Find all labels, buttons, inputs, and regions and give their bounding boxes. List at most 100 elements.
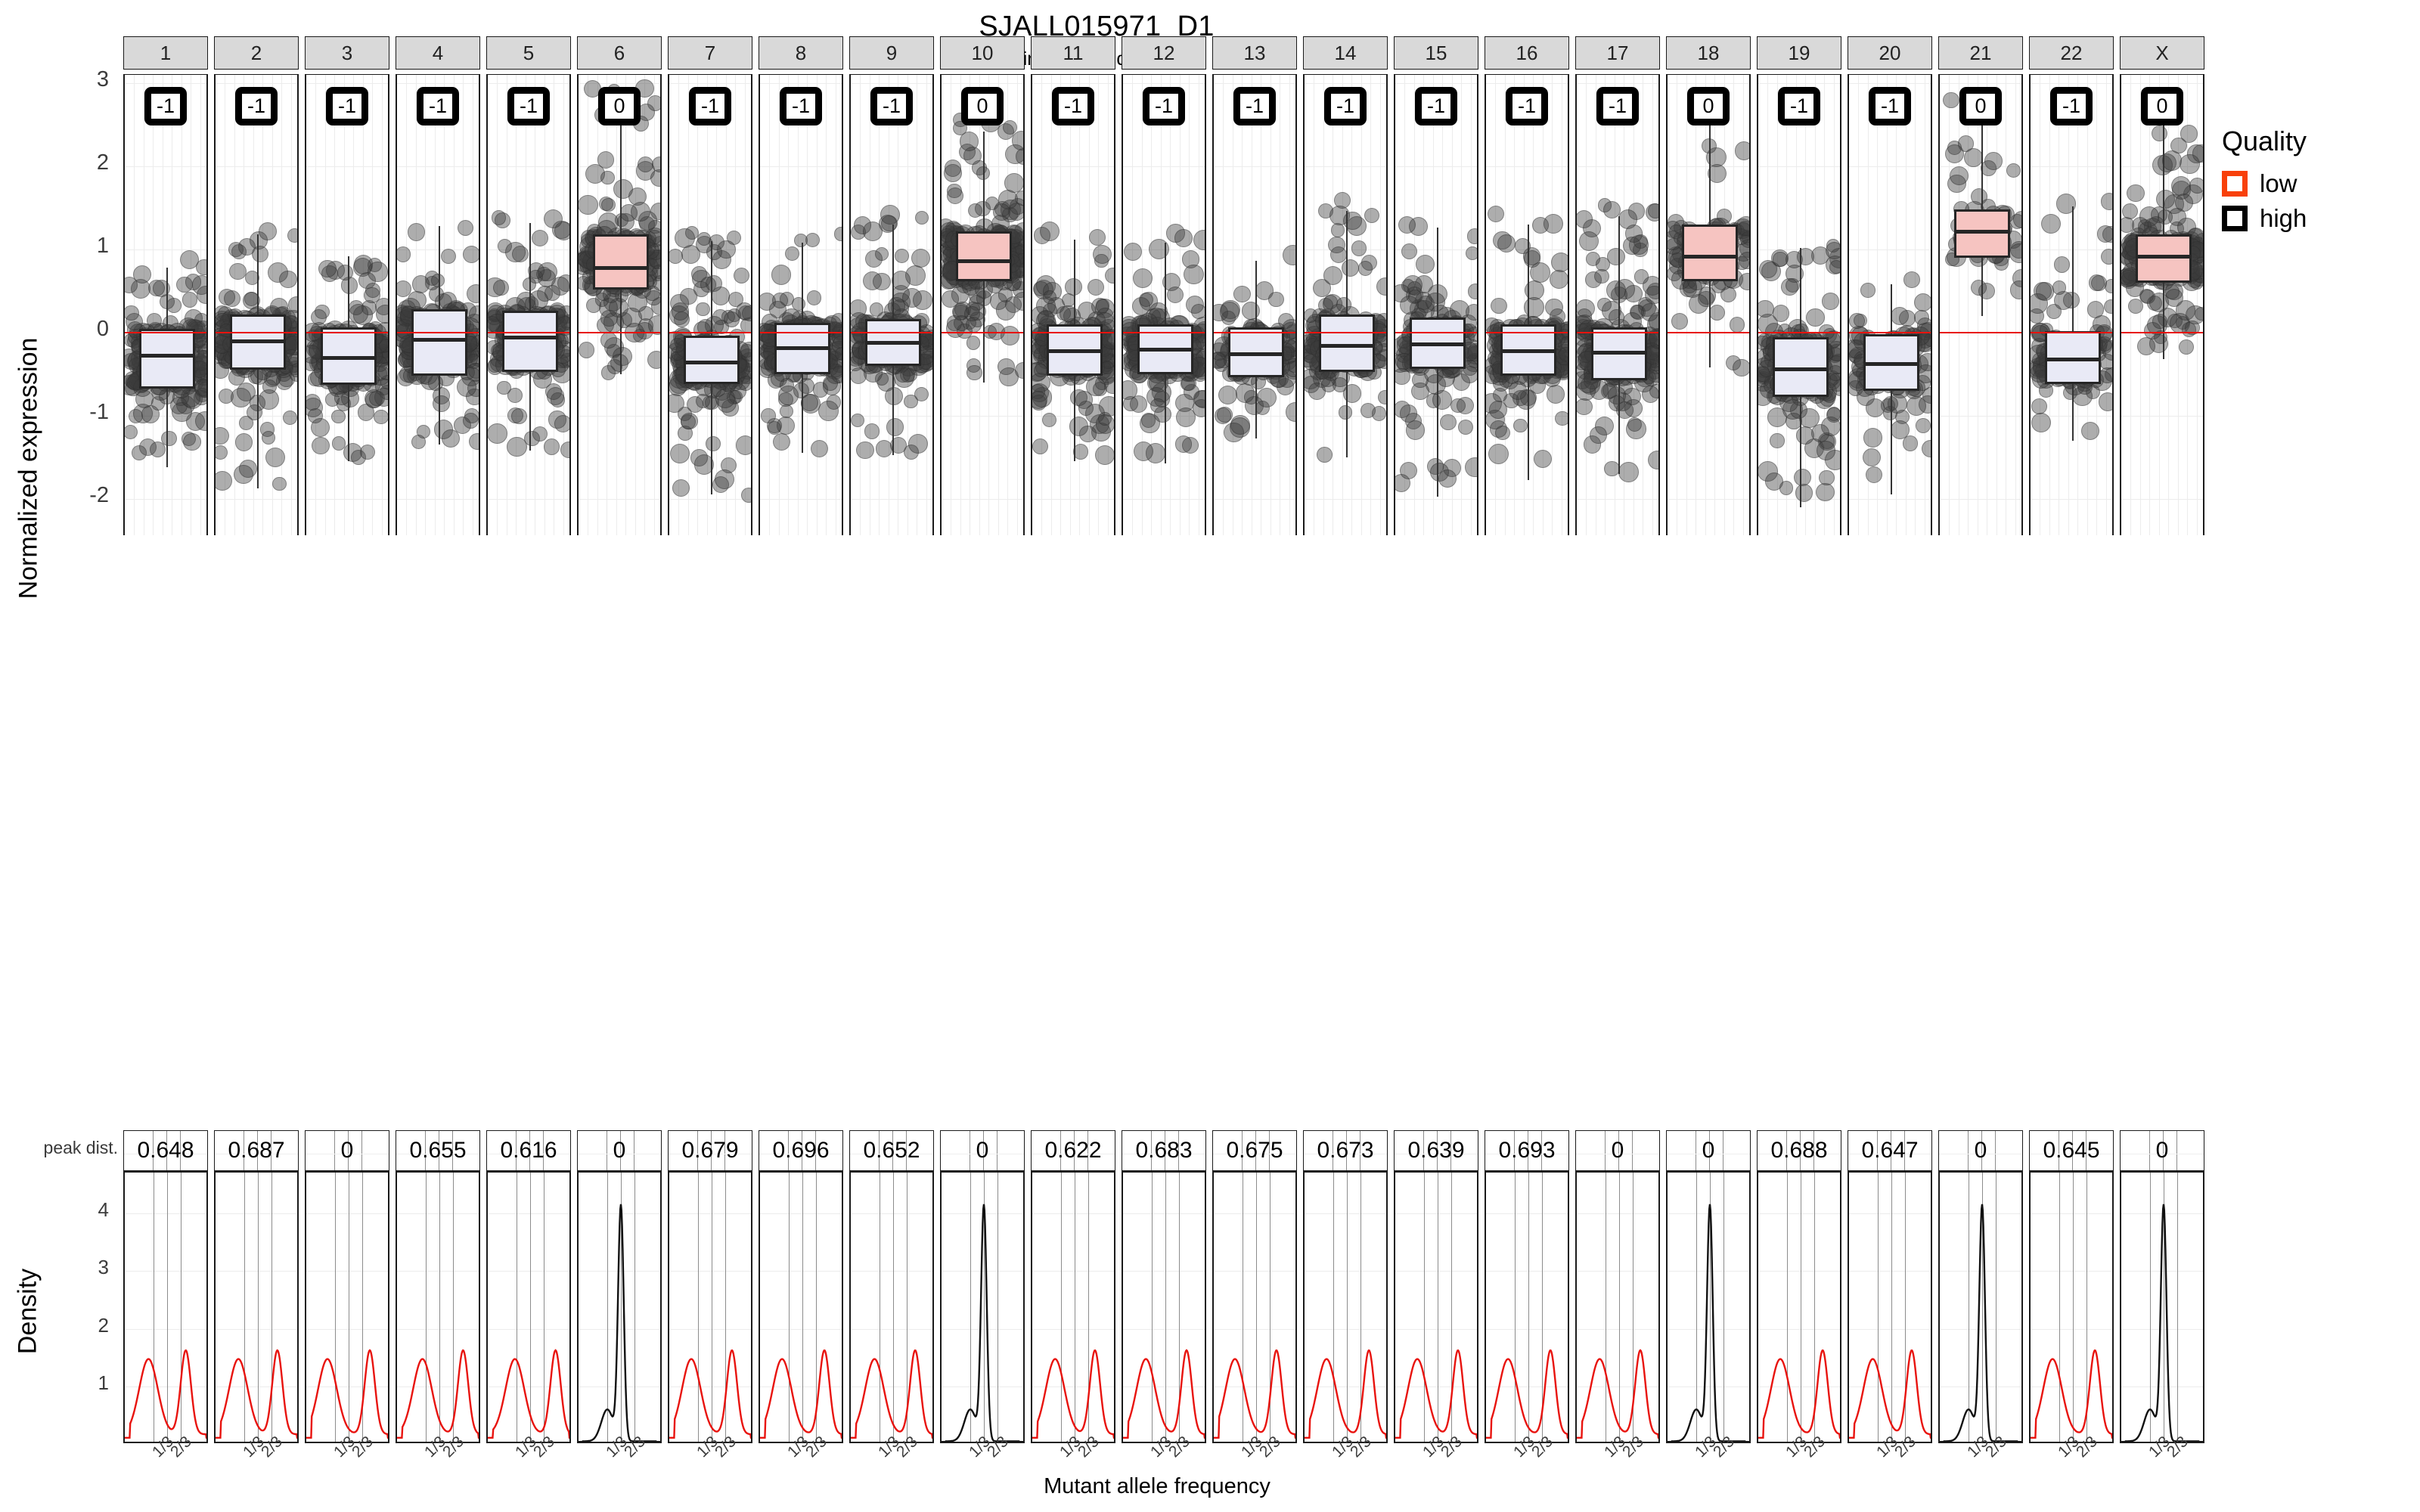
cn-call-badge-19[interactable]: -1 (1777, 87, 1821, 125)
boxplot-box-1[interactable] (139, 329, 195, 389)
density-panel-20[interactable] (1848, 1171, 1932, 1443)
boxplot-panel-19[interactable]: -1 (1757, 74, 1841, 535)
jitter-point (1230, 414, 1250, 435)
boxplot-panel-15[interactable]: -1 (1394, 74, 1478, 535)
cn-call-badge-22[interactable]: -1 (2049, 87, 2093, 125)
legend-item-high[interactable]: high (2222, 204, 2307, 233)
jitter-point (1378, 389, 1386, 405)
boxplot-panel-X[interactable]: 0 (2120, 74, 2204, 535)
boxplot-panel-14[interactable]: -1 (1303, 74, 1388, 535)
density-panel-6[interactable] (577, 1171, 662, 1443)
density-panel-8[interactable] (759, 1171, 843, 1443)
cn-call-badge-17[interactable]: -1 (1596, 87, 1640, 125)
boxplot-panel-4[interactable]: -1 (396, 74, 480, 535)
cn-call-badge-15[interactable]: -1 (1414, 87, 1458, 125)
density-panel-10[interactable] (940, 1171, 1025, 1443)
cn-call-badge-18[interactable]: 0 (1687, 87, 1730, 125)
cn-call-badge-9[interactable]: -1 (870, 87, 914, 125)
density-panel-16[interactable] (1485, 1171, 1569, 1443)
cn-call-badge-20[interactable]: -1 (1868, 87, 1912, 125)
cn-call-badge-4[interactable]: -1 (416, 87, 460, 125)
density-panel-7[interactable] (668, 1171, 752, 1443)
boxplot-box-5[interactable] (502, 311, 558, 373)
density-panel-5[interactable] (486, 1171, 571, 1443)
density-panel-1[interactable] (123, 1171, 208, 1443)
cn-call-badge-X[interactable]: 0 (2141, 87, 2183, 125)
boxplot-panel-8[interactable]: -1 (759, 74, 843, 535)
boxplot-panel-22[interactable]: -1 (2029, 74, 2114, 535)
cn-call-badge-5[interactable]: -1 (507, 87, 551, 125)
panel-strip-label: X (2155, 41, 2169, 64)
cn-call-badge-1[interactable]: -1 (144, 87, 188, 125)
boxplot-box-14[interactable] (1319, 314, 1375, 373)
cn-call-badge-11[interactable]: -1 (1051, 87, 1095, 125)
density-panel-18[interactable] (1666, 1171, 1751, 1443)
cn-call-badge-3[interactable]: -1 (325, 87, 369, 125)
horizontal-gridline (851, 82, 932, 84)
cn-call-badge-7[interactable]: -1 (688, 87, 732, 125)
boxplot-panel-5[interactable]: -1 (486, 74, 571, 535)
zero-reference-line (397, 331, 479, 333)
cn-call-badge-16[interactable]: -1 (1505, 87, 1549, 125)
jitter-point (251, 245, 268, 262)
density-panel-21[interactable] (1938, 1171, 2023, 1443)
cn-call-badge-10[interactable]: 0 (961, 87, 1004, 125)
horizontal-gridline (1849, 166, 1931, 167)
boxplot-panel-11[interactable]: -1 (1031, 74, 1115, 535)
boxplot-panel-17[interactable]: -1 (1575, 74, 1660, 535)
cn-call-badge-14[interactable]: -1 (1323, 87, 1367, 125)
boxplot-panel-21[interactable]: 0 (1938, 74, 2023, 535)
jitter-point (374, 409, 388, 425)
boxplot-panel-13[interactable]: -1 (1212, 74, 1297, 535)
cn-call-badge-8[interactable]: -1 (779, 87, 823, 125)
jitter-point (132, 445, 147, 461)
cn-call-badge-21[interactable]: 0 (1959, 87, 2002, 125)
jitter-point (1190, 303, 1205, 319)
boxplot-panel-18[interactable]: 0 (1666, 74, 1751, 535)
boxplot-panel-7[interactable]: -1 (668, 74, 752, 535)
cn-call-badge-12[interactable]: -1 (1142, 87, 1186, 125)
density-panel-11[interactable] (1031, 1171, 1115, 1443)
density-panel-3[interactable] (305, 1171, 389, 1443)
boxplot-panel-6[interactable]: 0 (577, 74, 662, 535)
legend-item-low[interactable]: low (2222, 169, 2307, 198)
density-panel-4[interactable] (396, 1171, 480, 1443)
horizontal-gridline (760, 249, 842, 250)
boxplot-panel-2[interactable]: -1 (214, 74, 299, 535)
boxplot-panel-10[interactable]: 0 (940, 74, 1025, 535)
boxplot-box-4[interactable] (411, 308, 467, 376)
boxplot-panel-12[interactable]: -1 (1122, 74, 1206, 535)
boxplot-box-X[interactable] (2136, 234, 2192, 283)
density-panel-15[interactable] (1394, 1171, 1478, 1443)
cn-call-badge-6[interactable]: 0 (598, 87, 641, 125)
boxplot-box-18[interactable] (1682, 224, 1738, 281)
density-panel-9[interactable] (849, 1171, 934, 1443)
boxplot-panel-20[interactable]: -1 (1848, 74, 1932, 535)
boxplot-panel-1[interactable]: -1 (123, 74, 208, 535)
jitter-point (1360, 403, 1376, 419)
boxplot-box-21[interactable] (1954, 209, 2010, 258)
panel-strip-label: 8 (795, 41, 807, 64)
boxplot-panel-3[interactable]: -1 (305, 74, 389, 535)
density-panel-14[interactable] (1303, 1171, 1388, 1443)
density-panel-2[interactable] (214, 1171, 299, 1443)
density-panel-X[interactable] (2120, 1171, 2204, 1443)
cn-call-badge-2[interactable]: -1 (234, 87, 278, 125)
jitter-point (735, 302, 751, 320)
density-panel-19[interactable] (1757, 1171, 1841, 1443)
boxplot-box-6[interactable] (593, 234, 649, 290)
median-line (593, 265, 649, 270)
jitter-point (964, 305, 980, 322)
boxplot-panel-16[interactable]: -1 (1485, 74, 1569, 535)
density-panel-22[interactable] (2029, 1171, 2114, 1443)
jitter-point (1729, 317, 1745, 333)
boxplot-box-7[interactable] (684, 336, 740, 384)
boxplot-box-10[interactable] (956, 231, 1012, 281)
density-panel-17[interactable] (1575, 1171, 1660, 1443)
panel-strip-11: 11 (1031, 36, 1115, 70)
cn-call-badge-13[interactable]: -1 (1233, 87, 1277, 125)
jitter-point (411, 275, 430, 293)
density-panel-13[interactable] (1212, 1171, 1297, 1443)
density-panel-12[interactable] (1122, 1171, 1206, 1443)
boxplot-panel-9[interactable]: -1 (849, 74, 934, 535)
